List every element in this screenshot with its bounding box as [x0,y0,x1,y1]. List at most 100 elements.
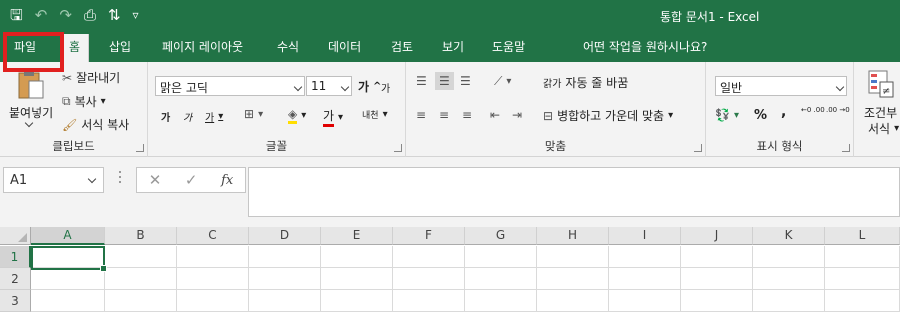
cell-l3[interactable] [825,290,900,312]
align-bottom-icon[interactable]: ☰ [460,74,471,88]
cell-e1[interactable] [321,246,393,268]
conditional-formatting-icon[interactable]: ≠ [868,70,894,98]
conditional-formatting-label2[interactable]: 서식 ▾ [868,120,899,137]
tab-home[interactable]: 홈 [60,34,90,62]
cell-f1[interactable] [393,246,465,268]
alignment-launcher-icon[interactable] [694,144,702,152]
increase-decimal-button[interactable]: ←0 .00 [801,106,825,114]
cell-h2[interactable] [537,268,609,290]
enter-icon[interactable]: ✓ [185,171,198,189]
number-launcher-icon[interactable] [842,144,850,152]
font-color-button[interactable]: 가 ▾ [323,107,343,127]
column-header-d[interactable]: D [249,227,321,245]
tab-view[interactable]: 보기 [442,38,464,55]
cell-a2[interactable] [31,268,105,290]
cell-j2[interactable] [681,268,753,290]
underline-button[interactable]: 가 ▾ [205,109,223,124]
cell-h1[interactable] [537,246,609,268]
merge-dropdown-icon[interactable]: ▾ [668,110,673,121]
cell-c2[interactable] [177,268,249,290]
column-header-a[interactable]: A [31,227,105,245]
cell-b2[interactable] [105,268,177,290]
formula-input[interactable] [248,167,900,217]
tab-formulas[interactable]: 수식 [277,38,299,55]
cell-b1[interactable] [105,246,177,268]
copy-dropdown-icon[interactable]: ▾ [101,96,106,107]
comma-button[interactable]: , [781,104,786,120]
cell-f2[interactable] [393,268,465,290]
undo-icon[interactable]: ↶ [35,6,48,24]
borders-button[interactable]: ⊞ ▾ [244,107,263,121]
tab-review[interactable]: 검토 [391,38,413,55]
cell-k1[interactable] [753,246,825,268]
cell-c1[interactable] [177,246,249,268]
align-top-icon[interactable]: ☰ [416,74,427,88]
cell-i2[interactable] [609,268,681,290]
bold-button[interactable]: 가 [161,109,170,124]
align-center-icon[interactable]: ≡ [439,108,449,122]
align-right-icon[interactable]: ≡ [462,108,472,122]
font-launcher-icon[interactable] [394,144,402,152]
tab-page-layout[interactable]: 페이지 레이아웃 [162,38,243,55]
name-box[interactable]: A1 [3,167,104,193]
wrap-text-button[interactable]: 갉가 자동 줄 바꿈 [543,74,628,91]
cell-i3[interactable] [609,290,681,312]
grow-font-button[interactable]: 가 ^ [358,78,381,95]
cancel-icon[interactable]: ✕ [149,171,162,189]
cell-a3[interactable] [31,290,105,312]
paste-button[interactable]: 붙여넣기 [9,104,53,121]
paste-icon[interactable] [17,68,45,100]
underline-dropdown-icon[interactable]: ▾ [218,111,223,122]
italic-button[interactable]: 가 [183,109,192,124]
column-header-j[interactable]: J [681,227,753,245]
increase-indent-icon[interactable]: ⇥ [512,108,522,122]
cell-j1[interactable] [681,246,753,268]
clipboard-launcher-icon[interactable] [136,144,144,152]
percent-button[interactable]: % [754,108,767,123]
customize-qat-icon[interactable]: ▿ [133,6,139,24]
conditional-formatting-label[interactable]: 조건부 [864,104,897,121]
cell-l1[interactable] [825,246,900,268]
decrease-decimal-button[interactable]: .00 →0 [826,106,850,114]
copy-button[interactable]: ⧉ 복사 ▾ [62,93,106,110]
cell-k3[interactable] [753,290,825,312]
cut-button[interactable]: ✂ 잘라내기 [62,69,120,86]
merge-center-button[interactable]: ⊟ 병합하고 가운데 맞춤 ▾ [543,107,673,124]
insert-function-icon[interactable]: fx [221,173,233,188]
decrease-indent-icon[interactable]: ⇤ [490,108,500,122]
font-size-select[interactable]: 11 [306,76,352,96]
fill-color-button[interactable]: ◈ ▾ [288,107,306,124]
column-header-h[interactable]: H [537,227,609,245]
cell-h3[interactable] [537,290,609,312]
formula-bar-grip-icon[interactable] [118,171,122,187]
column-header-f[interactable]: F [393,227,465,245]
cell-d2[interactable] [249,268,321,290]
selected-cell-a1[interactable] [31,246,107,272]
cell-d3[interactable] [249,290,321,312]
tab-data[interactable]: 데이터 [328,38,361,55]
cell-j3[interactable] [681,290,753,312]
align-left-icon[interactable]: ≡ [416,108,426,122]
column-header-g[interactable]: G [465,227,537,245]
cell-e2[interactable] [321,268,393,290]
redo-icon[interactable]: ↷ [59,6,72,24]
cell-k2[interactable] [753,268,825,290]
font-name-select[interactable]: 맑은 고딕 [155,76,305,96]
row-header-2[interactable]: 2 [0,268,31,290]
cell-g2[interactable] [465,268,537,290]
shrink-font-button[interactable]: 가 [381,80,390,95]
column-header-b[interactable]: B [105,227,177,245]
cell-g1[interactable] [465,246,537,268]
save-icon[interactable]: 🖫 [10,6,23,24]
select-all-button[interactable] [0,227,31,245]
column-header-e[interactable]: E [321,227,393,245]
phonetic-button[interactable]: 내천 ▾ [362,108,388,121]
cell-g3[interactable] [465,290,537,312]
print-preview-icon[interactable]: ⎙ [84,6,96,24]
format-painter-button[interactable]: 🖌 서식 복사 [62,116,129,133]
row-header-3[interactable]: 3 [0,290,31,312]
tell-me-search[interactable]: 어떤 작업을 원하시나요? [583,38,707,55]
cell-l2[interactable] [825,268,900,290]
column-header-i[interactable]: I [609,227,681,245]
orientation-icon[interactable]: ⟋ ▾ [494,74,511,89]
